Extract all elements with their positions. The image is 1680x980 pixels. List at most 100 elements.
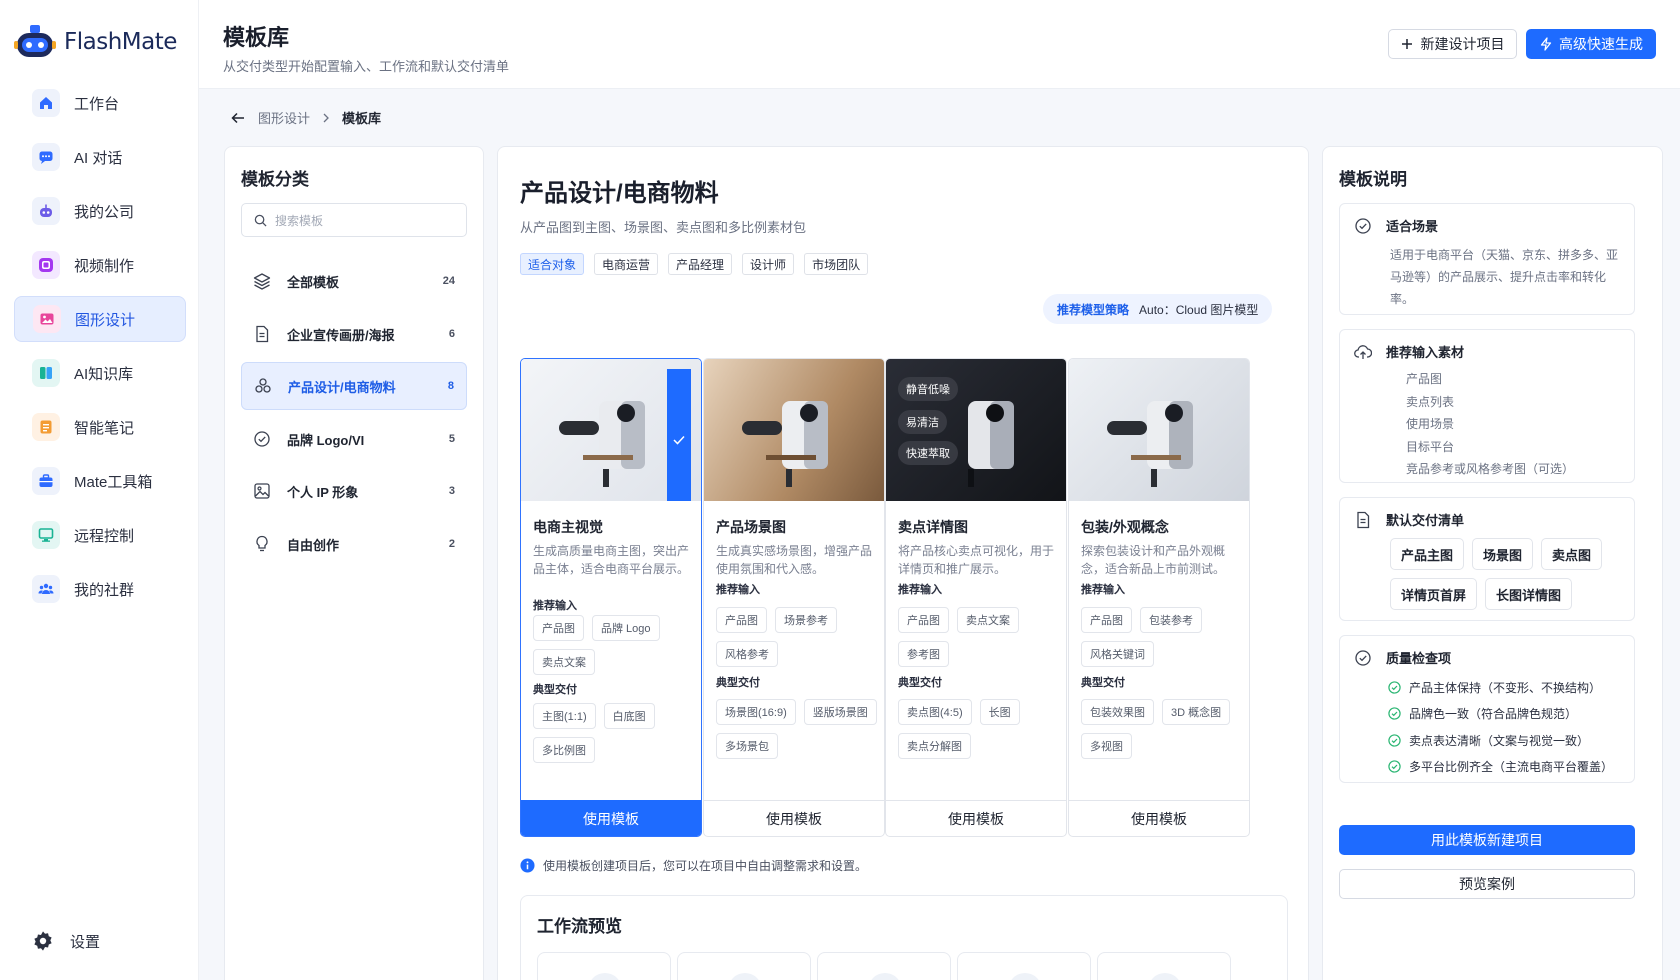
output-section-title: 典型交付 (898, 677, 942, 689)
template-description: 生成真实感场景图，增强产品使用氛围和代入感。 (716, 544, 873, 576)
category-product-ecommerce[interactable]: 产品设计/电商物料 8 (241, 362, 467, 410)
template-card-selling-point[interactable]: 静音低噪 易清洁 快速萃取 卖点详情图 将产品核心卖点可视化，用于详情页和推广展… (885, 358, 1067, 837)
settings-label: 设置 (70, 933, 101, 951)
category-personal-ip[interactable]: 个人 IP 形象 3 (241, 467, 467, 515)
feature-tag: 快速萃取 (898, 441, 958, 465)
sidebar-item-label: 智能笔记 (74, 419, 135, 437)
category-all-templates[interactable]: 全部模板 24 (241, 257, 467, 305)
workflow-step[interactable] (817, 952, 951, 980)
workflow-step[interactable] (677, 952, 811, 980)
deliverables-section: 默认交付清单 产品主图 场景图 卖点图 详情页首屏 长图详情图 (1339, 497, 1635, 621)
category-brochure-poster[interactable]: 企业宣传画册/海报 6 (241, 310, 467, 358)
lightning-icon (1540, 37, 1552, 51)
audience-tag: 电商运营 (594, 253, 659, 275)
check-circle-green-icon (1388, 760, 1401, 773)
output-chip: 长图 (979, 699, 1020, 725)
category-free-creation[interactable]: 自由创作 2 (241, 520, 467, 568)
info-note-text: 使用模板创建项目后，您可以在项目中自由调整需求和设置。 (543, 859, 868, 873)
sidebar-item-remote-control[interactable]: 远程控制 (14, 512, 186, 558)
check-circle-green-icon (1388, 681, 1401, 694)
feature-tag: 易清洁 (898, 410, 947, 434)
template-main-panel: 产品设计/电商物料 从产品图到主图、场景图、卖点图和多比例素材包 适合对象 电商… (497, 146, 1309, 980)
document-icon (1357, 511, 1370, 528)
preview-cases-button[interactable]: 预览案例 (1339, 869, 1635, 899)
sidebar-item-my-company[interactable]: 我的公司 (14, 188, 186, 234)
template-name: 包装/外观概念 (1081, 519, 1169, 535)
output-section-title: 典型交付 (1081, 677, 1125, 689)
input-section-title: 推荐输入 (1081, 584, 1125, 596)
scene-text: 适用于电商平台（天猫、京东、拼多多、亚马逊等）的产品展示、提升点击率和转化率。 (1390, 248, 1619, 306)
sidebar-item-video[interactable]: 视频制作 (14, 242, 186, 288)
input-item: 使用场景 (1406, 417, 1455, 431)
input-chip: 参考图 (898, 641, 949, 667)
use-template-button[interactable]: 使用模板 (1069, 800, 1249, 836)
input-chips: 产品图 卖点文案 参考图 (898, 607, 1062, 667)
sidebar-item-label: 视频制作 (74, 257, 135, 275)
input-item: 竞品参考或风格参考图（可选） (1406, 462, 1575, 476)
output-chip: 场景图(16:9) (716, 699, 796, 725)
output-chip: 3D 概念图 (1162, 699, 1231, 725)
model-strategy-value: Auto：Cloud 图片模型 (1139, 302, 1259, 317)
quick-generate-button[interactable]: 高级快速生成 (1526, 29, 1656, 59)
sidebar-item-toolbox[interactable]: Mate工具箱 (14, 458, 186, 504)
quality-item-text: 卖点表达清晰（文案与视觉一致） (1409, 733, 1590, 748)
sidebar-item-smart-notes[interactable]: 智能笔记 (14, 404, 186, 450)
workflow-step[interactable] (957, 952, 1091, 980)
workflow-step[interactable] (1097, 952, 1231, 980)
app-logo[interactable]: FlashMate (14, 24, 177, 60)
quality-item-text: 品牌色一致（符合品牌色规范） (1409, 707, 1578, 722)
sidebar-item-ai-chat[interactable]: AI 对话 (14, 134, 186, 180)
output-section-title: 典型交付 (716, 677, 760, 689)
search-input[interactable]: 搜索模板 (241, 203, 467, 237)
quality-item: 品牌色一致（符合品牌色规范） (1388, 701, 1613, 728)
monitor-icon (32, 521, 60, 549)
input-section-title: 推荐输入 (716, 584, 760, 596)
details-title: 模板说明 (1339, 170, 1407, 189)
input-item: 产品图 (1406, 372, 1443, 386)
template-card-ecommerce-main[interactable]: 电商主视觉 生成高质量电商主图，突出产品主体，适合电商平台展示。 推荐输入 产品… (520, 358, 702, 837)
template-card-packaging[interactable]: 包装/外观概念 探索包装设计和产品外观概念，适合新品上市前测试。 推荐输入 产品… (1068, 358, 1250, 837)
sidebar-item-workbench[interactable]: 工作台 (14, 80, 186, 126)
workflow-step-icon (588, 973, 622, 980)
settings-button[interactable]: 设置 (32, 930, 100, 952)
use-template-button[interactable]: 使用模板 (704, 800, 884, 836)
template-description: 将产品核心卖点可视化，用于详情页和推广展示。 (898, 544, 1055, 576)
scene-title: 适合场景 (1386, 219, 1439, 234)
note-icon (32, 413, 60, 441)
new-project-button[interactable]: 新建设计项目 (1388, 29, 1517, 59)
gear-icon (34, 931, 52, 951)
workflow-step[interactable] (537, 952, 671, 980)
create-from-template-button[interactable]: 用此模板新建项目 (1339, 825, 1635, 855)
output-chips: 卖点图(4:5) 长图 卖点分解图 (898, 699, 1062, 759)
template-description: 探索包装设计和产品外观概念，适合新品上市前测试。 (1081, 544, 1226, 576)
back-arrow-icon[interactable] (230, 110, 246, 126)
sidebar-item-community[interactable]: 我的社群 (14, 566, 186, 612)
breadcrumb: 图形设计 模板库 (230, 108, 381, 127)
use-template-button[interactable]: 使用模板 (886, 800, 1066, 836)
output-chips: 包装效果图 3D 概念图 多视图 (1081, 699, 1245, 759)
category-count: 5 (448, 433, 455, 445)
use-template-button[interactable]: 使用模板 (521, 800, 701, 836)
output-chip: 白底图 (603, 703, 655, 729)
template-card-product-scene[interactable]: 产品场景图 生成真实感场景图，增强产品使用氛围和代入感。 推荐输入 产品图 场景… (703, 358, 885, 837)
model-strategy-badge: 推荐模型策略 Auto：Cloud 图片模型 (1043, 294, 1273, 324)
template-name: 电商主视觉 (533, 519, 603, 535)
sidebar-item-label: AI 对话 (74, 149, 123, 167)
sidebar-item-label: 工作台 (74, 95, 120, 113)
coffee-machine-scene-image (742, 401, 828, 487)
sidebar-item-knowledge-base[interactable]: AI知识库 (14, 350, 186, 396)
quality-item-text: 产品主体保持（不变形、不换结构） (1409, 680, 1602, 695)
audience-tag: 产品经理 (668, 253, 733, 275)
input-chip: 包装参考 (1140, 607, 1202, 633)
input-chip: 产品图 (1081, 607, 1132, 633)
robot-icon (32, 197, 60, 225)
check-circle-green-icon (1388, 707, 1401, 720)
category-brand-logo[interactable]: 品牌 Logo/VI 5 (241, 415, 467, 463)
robot-logo-icon (14, 25, 56, 57)
breadcrumb-parent[interactable]: 图形设计 (258, 108, 310, 127)
category-count: 3 (448, 485, 455, 497)
sidebar-item-graphic-design[interactable]: 图形设计 (14, 296, 186, 342)
output-chip: 卖点分解图 (898, 733, 971, 759)
workflow-title: 工作流预览 (537, 917, 622, 936)
new-project-label: 新建设计项目 (1420, 36, 1505, 52)
